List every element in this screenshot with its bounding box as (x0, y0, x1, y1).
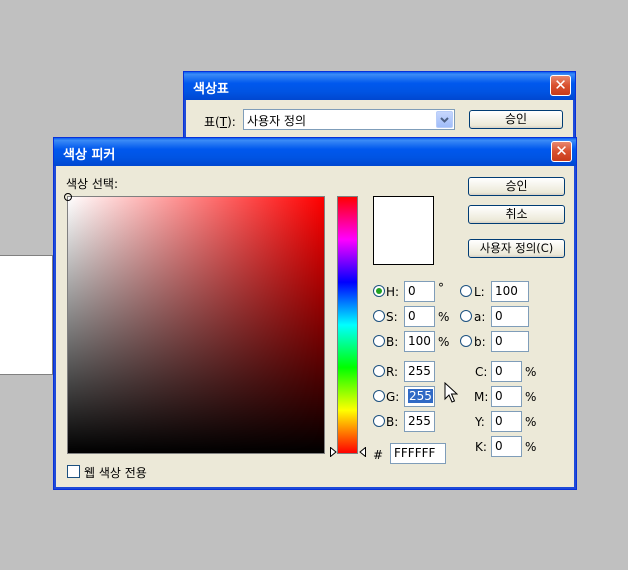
hue-field[interactable]: 0 (404, 281, 435, 302)
table-select[interactable]: 사용자 정의 (243, 109, 455, 130)
close-icon: ✕ (554, 76, 567, 94)
magenta-field[interactable]: 0 (491, 386, 522, 407)
b-channel-label: b: (474, 335, 486, 349)
mouse-pointer-icon (444, 382, 458, 403)
b-channel-field[interactable]: 0 (491, 331, 529, 352)
brightness-unit: % (438, 335, 450, 349)
a-channel-label: a: (474, 310, 486, 324)
hue-radio[interactable] (373, 285, 385, 297)
cyan-field[interactable]: 0 (491, 361, 522, 382)
hue-slider[interactable] (337, 196, 358, 454)
saturation-brightness-field[interactable] (64, 193, 325, 454)
blue-label: B: (386, 415, 399, 429)
palette-ok-button[interactable]: 승인 (469, 110, 563, 129)
blue-field[interactable]: 255 (404, 411, 435, 432)
lightness-field[interactable]: 100 (491, 281, 529, 302)
table-label: 표(T): (204, 115, 236, 129)
picker-close-button[interactable]: ✕ (551, 141, 572, 162)
color-selection-marker[interactable] (64, 193, 72, 201)
yellow-field[interactable]: 0 (491, 411, 522, 432)
web-only-checkbox[interactable] (67, 465, 80, 478)
blue-radio[interactable] (373, 415, 385, 427)
green-radio[interactable] (373, 390, 385, 402)
hue-unit: ° (438, 281, 444, 295)
lightness-radio[interactable] (460, 285, 472, 297)
brightness-field[interactable]: 100 (404, 331, 435, 352)
a-channel-field[interactable]: 0 (491, 306, 529, 327)
green-label: G: (386, 390, 400, 404)
cyan-label: C: (475, 365, 488, 379)
custom-colors-button[interactable]: 사용자 정의(C) (468, 239, 565, 258)
picker-title: 색상 피커 (63, 148, 116, 163)
green-field-value: 255 (408, 389, 433, 403)
red-field[interactable]: 255 (404, 361, 435, 382)
a-channel-radio[interactable] (460, 310, 472, 322)
picker-cancel-button[interactable]: 취소 (468, 205, 565, 224)
background-panel (0, 255, 53, 375)
saturation-unit: % (438, 310, 450, 324)
slider-left-arrow-icon[interactable] (330, 447, 337, 457)
web-only-label: 웹 색상 전용 (84, 466, 147, 480)
lightness-label: L: (474, 285, 485, 299)
hex-field[interactable]: FFFFFF (390, 443, 446, 464)
brightness-radio[interactable] (373, 335, 385, 347)
palette-titlebar[interactable]: 색상표 ✕ (184, 72, 575, 100)
slider-right-arrow-icon[interactable] (359, 447, 366, 457)
cyan-unit: % (525, 365, 537, 379)
red-label: R: (386, 365, 399, 379)
dropdown-arrow-icon[interactable] (436, 111, 453, 128)
select-color-label: 색상 선택: (66, 177, 119, 191)
palette-close-button[interactable]: ✕ (550, 75, 571, 96)
b-channel-radio[interactable] (460, 335, 472, 347)
black-label: K: (475, 440, 487, 454)
yellow-unit: % (525, 415, 537, 429)
color-preview-swatch (373, 196, 434, 265)
brightness-label: B: (386, 335, 399, 349)
table-select-value: 사용자 정의 (247, 114, 307, 128)
magenta-unit: % (525, 390, 537, 404)
green-field[interactable]: 255 (404, 386, 435, 407)
picker-ok-button[interactable]: 승인 (468, 177, 565, 196)
red-radio[interactable] (373, 365, 385, 377)
black-unit: % (525, 440, 537, 454)
hex-label: # (373, 448, 384, 462)
picker-titlebar[interactable]: 색상 피커 ✕ (54, 138, 576, 166)
close-icon: ✕ (555, 142, 568, 160)
magenta-label: M: (474, 390, 489, 404)
saturation-radio[interactable] (373, 310, 385, 322)
yellow-label: Y: (475, 415, 485, 429)
hue-label: H: (386, 285, 400, 299)
palette-title: 색상표 (193, 82, 229, 97)
color-picker-window: 색상 피커 ✕ 색상 선택: 승인 취소 사용자 정의(C) H: 0 ° S:… (53, 137, 577, 490)
saturation-field[interactable]: 0 (404, 306, 435, 327)
black-field[interactable]: 0 (491, 436, 522, 457)
saturation-label: S: (386, 310, 398, 324)
